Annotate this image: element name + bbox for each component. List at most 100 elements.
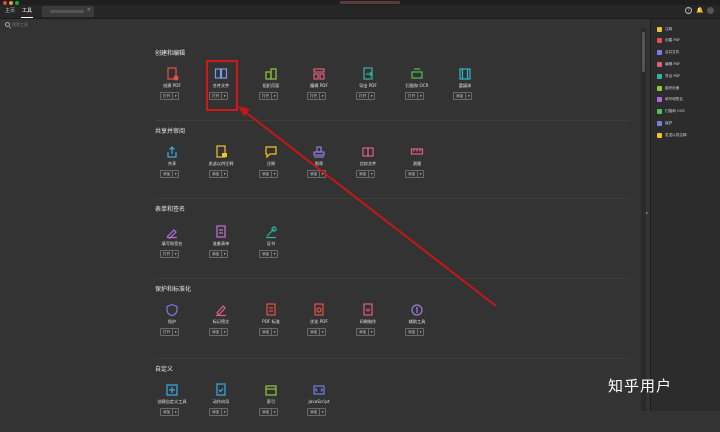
tool-card[interactable]: 注释 添加 ▾ (249, 144, 293, 194)
chevron-down-icon[interactable]: ▾ (172, 251, 178, 257)
tool-card[interactable]: 导出 PDF 打开 ▾ (346, 66, 390, 116)
tool-action-button[interactable]: 添加 (161, 409, 172, 415)
tool-action-button[interactable]: 添加 (406, 171, 417, 177)
tool-card[interactable]: 标记密文 添加 ▾ (199, 302, 243, 352)
chevron-down-icon[interactable]: ▾ (368, 93, 374, 99)
search-input[interactable] (12, 21, 72, 27)
chevron-down-icon[interactable]: ▾ (271, 171, 277, 177)
right-panel-item[interactable]: 填写和签名 (657, 96, 683, 104)
chevron-down-icon[interactable]: ▾ (417, 329, 423, 335)
chevron-down-icon[interactable]: ▾ (221, 251, 227, 257)
tool-action-button[interactable]: 添加 (210, 409, 221, 415)
tool-card[interactable]: 富媒体 添加 ▾ (443, 66, 487, 116)
tool-card[interactable]: 发送以供注释 添加 ▾ (199, 144, 243, 194)
scroll-thumb[interactable] (642, 32, 645, 72)
right-panel-label: 组织页面 (665, 85, 680, 90)
tool-action-button[interactable]: 打开 (308, 93, 319, 99)
tool-card[interactable]: 准备表单 添加 ▾ (199, 224, 243, 274)
tool-action-button[interactable]: 添加 (260, 171, 271, 177)
chevron-down-icon[interactable]: ▾ (172, 409, 178, 415)
tool-card[interactable]: 辅助工具 添加 ▾ (395, 302, 439, 352)
tool-card[interactable]: 保护 打开 ▾ (150, 302, 194, 352)
right-panel-item[interactable]: 发送以供注释 (657, 131, 687, 139)
tool-action-group: 添加 ▾ (259, 408, 279, 416)
notification-bell-icon[interactable]: 🔔 (696, 7, 703, 14)
tool-action-button[interactable]: 添加 (260, 251, 271, 257)
tool-action-button[interactable]: 打开 (260, 93, 271, 99)
tool-action-button[interactable]: 打开 (161, 329, 172, 335)
tab-home[interactable]: 主页 (5, 7, 15, 16)
tool-card[interactable]: 测量 添加 ▾ (395, 144, 439, 194)
chevron-down-icon[interactable]: ▾ (221, 329, 227, 335)
tool-action-button[interactable]: 添加 (210, 329, 221, 335)
tool-card[interactable]: 共享 添加 ▾ (150, 144, 194, 194)
chevron-down-icon[interactable]: ▾ (319, 93, 325, 99)
chevron-down-icon[interactable]: ▾ (172, 171, 178, 177)
tool-card[interactable]: 图章 添加 ▾ (297, 144, 341, 194)
chevron-down-icon[interactable]: ▾ (319, 329, 325, 335)
right-panel-item[interactable]: 组织页面 (657, 84, 679, 92)
tool-card[interactable]: 创建 PDF 打开 ▾ (150, 66, 194, 116)
tool-card[interactable]: 填写和签名 打开 ▾ (150, 224, 194, 274)
chevron-down-icon[interactable]: ▾ (319, 409, 325, 415)
document-tab-title (50, 10, 84, 13)
tool-card[interactable]: JavaScript 添加 ▾ (297, 382, 341, 432)
tab-tools[interactable]: 工具 (20, 7, 34, 18)
tool-action-button[interactable]: 添加 (210, 251, 221, 257)
tool-card[interactable]: 扫描和 OCR 打开 ▾ (395, 66, 439, 116)
tool-action-button[interactable]: 添加 (260, 329, 271, 335)
tool-action-button[interactable]: 打开 (161, 251, 172, 257)
collapse-panel-icon[interactable]: ▸ (646, 210, 648, 215)
chevron-down-icon[interactable]: ▾ (368, 329, 374, 335)
close-icon[interactable]: × (87, 7, 91, 13)
tool-card[interactable]: 印刷制作 添加 ▾ (346, 302, 390, 352)
tool-action-button[interactable]: 添加 (454, 93, 465, 99)
tool-action-button[interactable]: 添加 (161, 171, 172, 177)
chevron-down-icon[interactable]: ▾ (417, 171, 423, 177)
scrollbar[interactable] (641, 28, 646, 411)
right-panel-item[interactable]: 编辑 PDF (657, 60, 680, 68)
document-tab[interactable]: × (42, 6, 94, 17)
tool-card[interactable]: 编辑 PDF 打开 ▾ (297, 66, 341, 116)
tool-card[interactable]: 组织页面 打开 ▾ (249, 66, 293, 116)
tool-action-button[interactable]: 打开 (161, 93, 172, 99)
chevron-down-icon[interactable]: ▾ (368, 171, 374, 177)
chevron-down-icon[interactable]: ▾ (221, 171, 227, 177)
tool-action-button[interactable]: 添加 (260, 409, 271, 415)
tool-card[interactable]: PDF 标准 添加 ▾ (249, 302, 293, 352)
tool-action-button[interactable]: 打开 (406, 93, 417, 99)
help-icon[interactable]: ? (685, 7, 692, 14)
chevron-down-icon[interactable]: ▾ (271, 93, 277, 99)
tool-action-button[interactable]: 添加 (406, 329, 417, 335)
chevron-down-icon[interactable]: ▾ (417, 93, 423, 99)
tool-action-button[interactable]: 添加 (357, 171, 368, 177)
right-panel-item[interactable]: 注释 (657, 25, 672, 33)
tool-card[interactable]: 创建自定义工具 添加 ▾ (150, 382, 194, 432)
chevron-down-icon[interactable]: ▾ (271, 329, 277, 335)
tool-action-button[interactable]: 打开 (357, 93, 368, 99)
tool-action-button[interactable]: 添加 (308, 409, 319, 415)
tool-action-button[interactable]: 添加 (210, 171, 221, 177)
right-panel-item[interactable]: 保护 (657, 119, 672, 127)
tool-action-button[interactable]: 添加 (308, 171, 319, 177)
right-panel-item[interactable]: 导出 PDF (657, 72, 680, 80)
right-panel-item[interactable]: 扫描和 OCR (657, 108, 685, 116)
avatar[interactable] (707, 7, 714, 14)
chevron-down-icon[interactable]: ▾ (271, 251, 277, 257)
right-panel-item[interactable]: 合并文件 (657, 49, 679, 57)
tool-action-button[interactable]: 添加 (357, 329, 368, 335)
right-panel-item[interactable]: 创建 PDF (657, 37, 680, 45)
tool-card[interactable]: 比较文件 添加 ▾ (346, 144, 390, 194)
chevron-down-icon[interactable]: ▾ (221, 409, 227, 415)
tool-card[interactable]: 优化 PDF 添加 ▾ (297, 302, 341, 352)
chevron-down-icon[interactable]: ▾ (319, 171, 325, 177)
tool-card[interactable]: 动作向导 添加 ▾ (199, 382, 243, 432)
tool-action-button[interactable]: 添加 (308, 329, 319, 335)
tool-card[interactable]: 证书 添加 ▾ (249, 224, 293, 274)
chevron-down-icon[interactable]: ▾ (172, 93, 178, 99)
certificates-icon (264, 224, 278, 239)
tool-card[interactable]: 索引 添加 ▾ (249, 382, 293, 432)
chevron-down-icon[interactable]: ▾ (271, 409, 277, 415)
chevron-down-icon[interactable]: ▾ (172, 329, 178, 335)
chevron-down-icon[interactable]: ▾ (465, 93, 471, 99)
